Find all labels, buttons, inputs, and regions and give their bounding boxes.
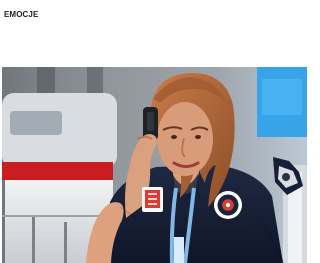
article-photo [2, 67, 307, 263]
page: EMOCJE [0, 0, 313, 263]
article-photo-link[interactable] [2, 67, 307, 263]
section-label: EMOCJE [4, 10, 39, 19]
